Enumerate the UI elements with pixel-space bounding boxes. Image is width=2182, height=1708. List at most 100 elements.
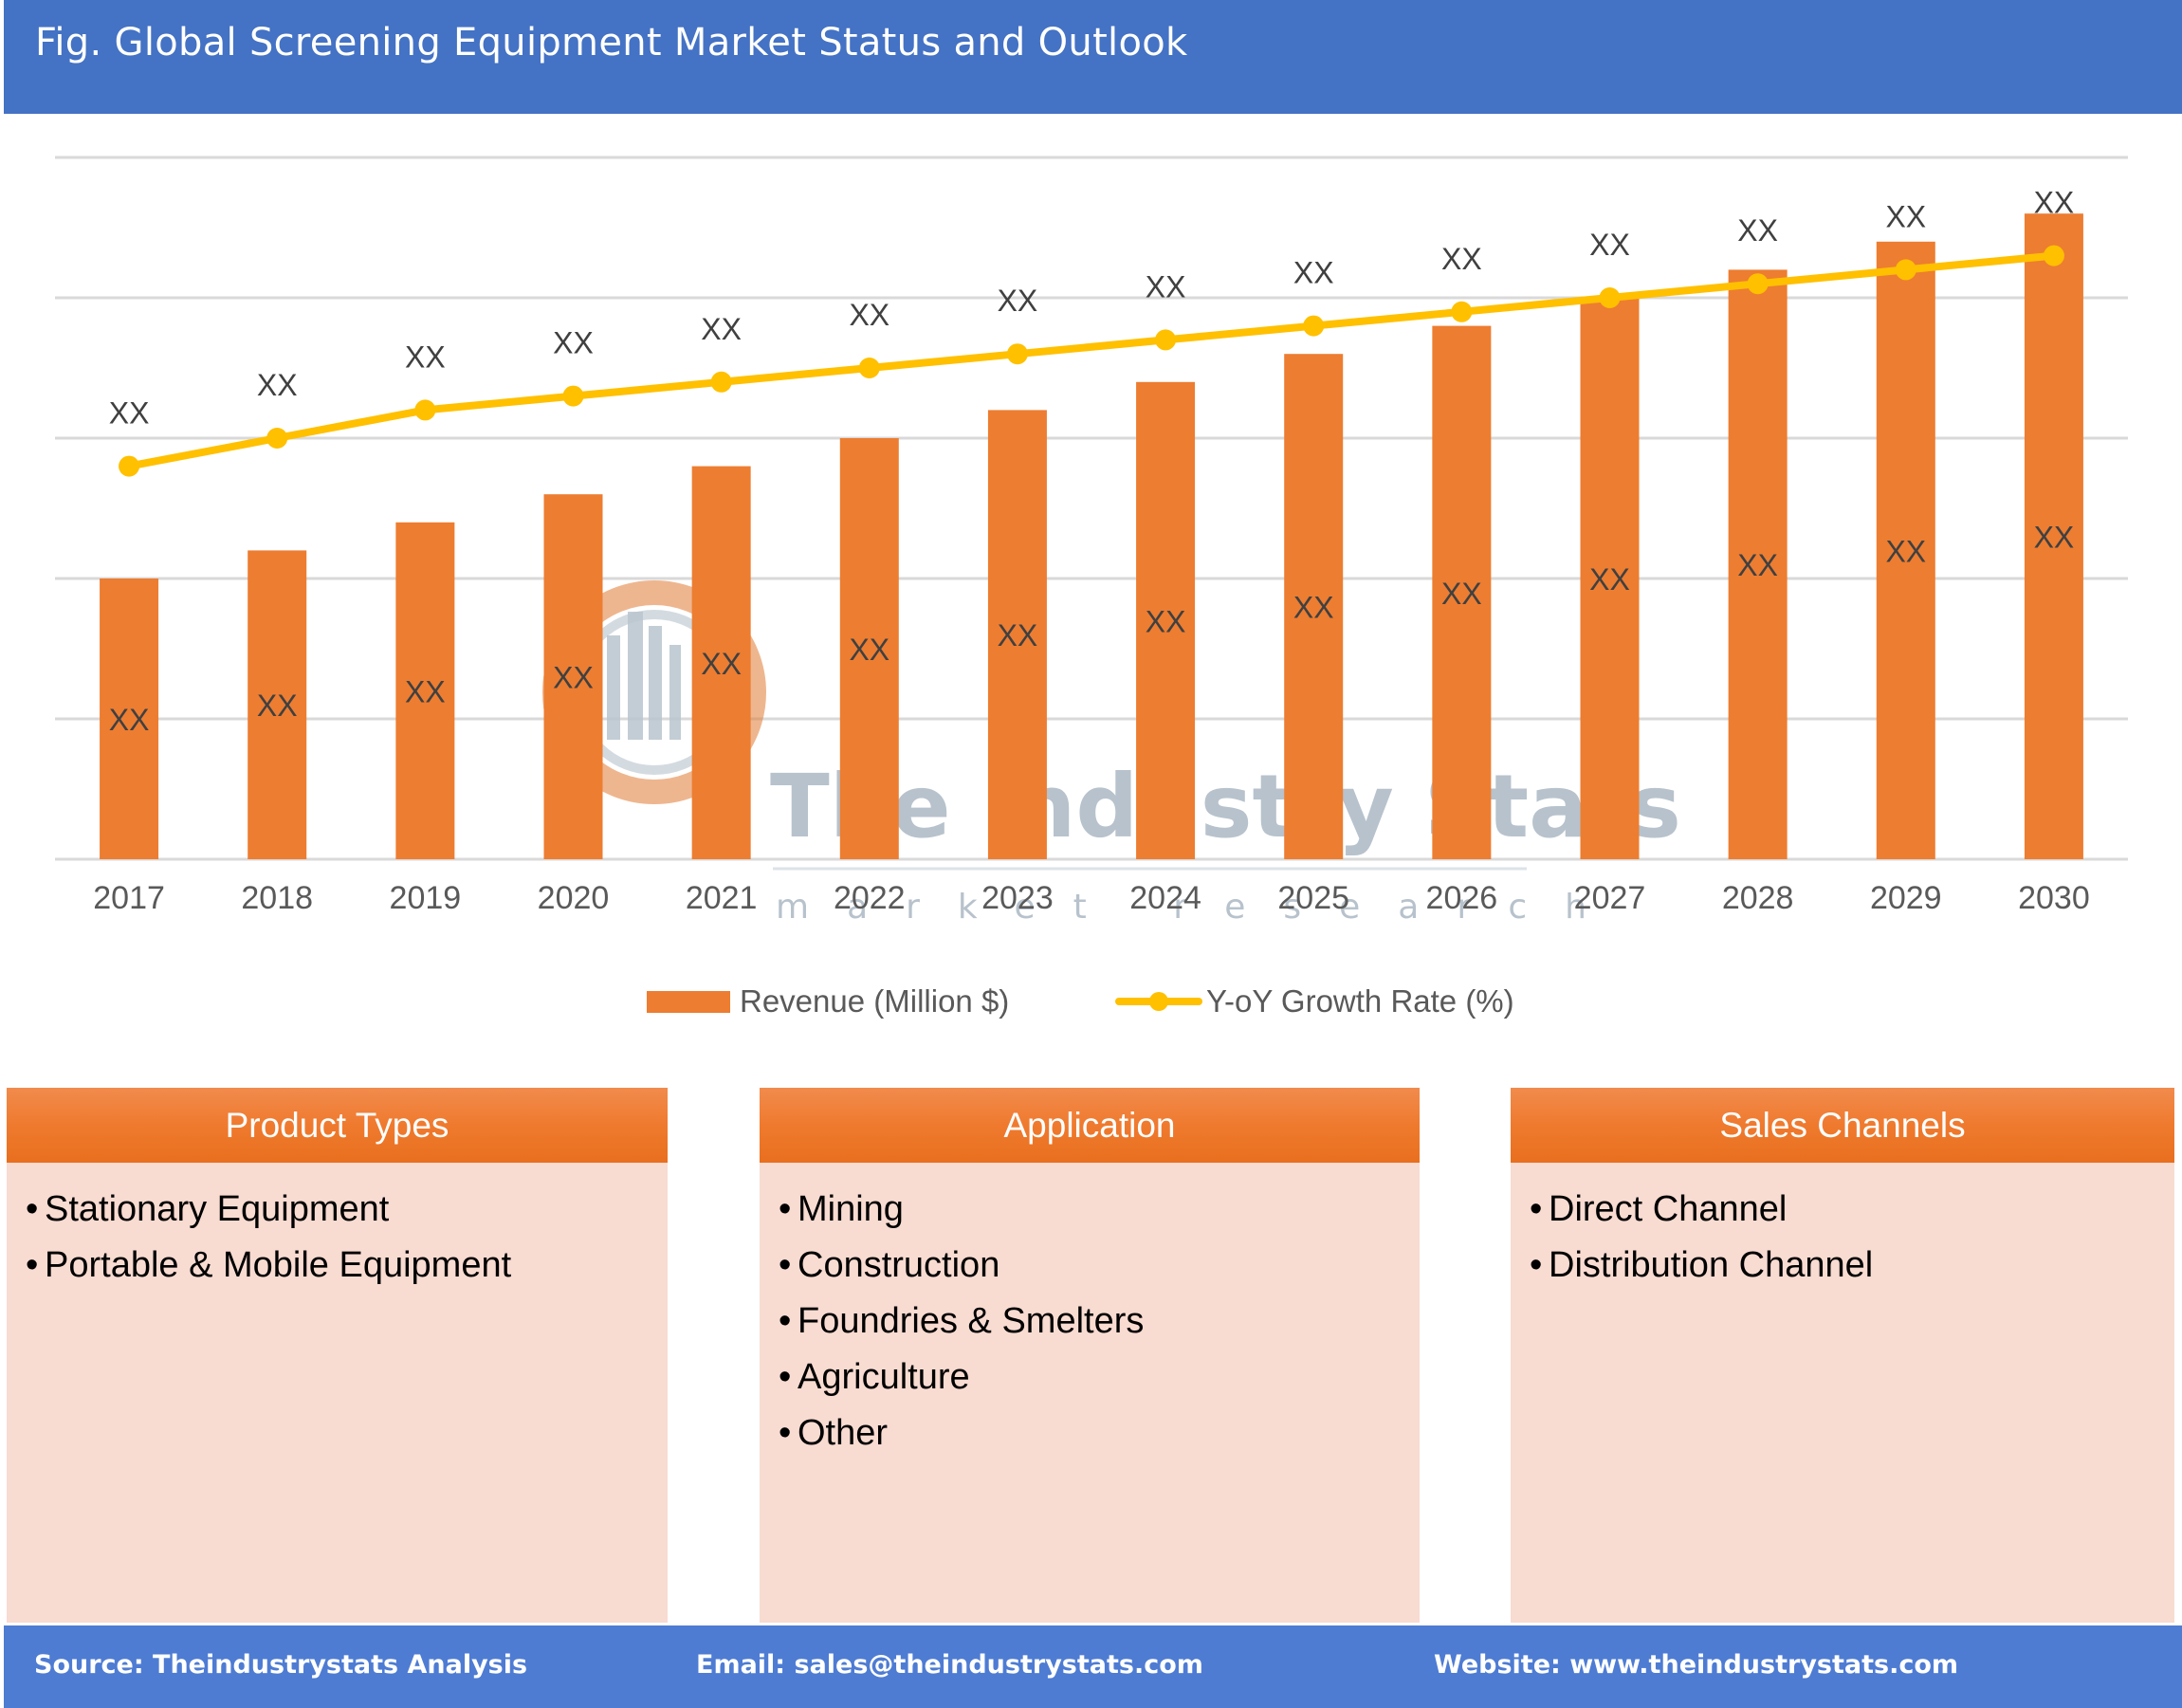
line-point-2017: [119, 455, 140, 477]
x-tick-label: 2017: [93, 880, 165, 916]
list-item: • Agriculture: [779, 1350, 1420, 1405]
footer-bar: Source: Theindustrystats Analysis Email:…: [4, 1625, 2182, 1708]
list-item: • Other: [779, 1405, 1420, 1461]
line-point-2027: [1599, 287, 1621, 308]
list-item-label: Mining: [798, 1189, 904, 1229]
line-point-2026: [1451, 301, 1473, 322]
bullet-icon: •: [779, 1245, 792, 1285]
legend-bar-swatch-icon: [647, 990, 730, 1013]
list-item-label: Construction: [798, 1245, 1000, 1285]
bar-data-label: XX: [2034, 521, 2075, 555]
line-point-2021: [710, 371, 732, 393]
line-point-2030: [2043, 245, 2064, 266]
bar-data-label: XX: [998, 618, 1038, 652]
list-item-label: Foundries & Smelters: [798, 1301, 1145, 1341]
legend-line-marker-icon: [1115, 983, 1202, 1020]
panel-header: Product Types: [7, 1088, 668, 1163]
list-item: • Mining: [779, 1182, 1420, 1238]
bullet-icon: •: [26, 1189, 39, 1229]
line-point-2024: [1155, 329, 1177, 351]
list-item: • Construction: [779, 1238, 1420, 1294]
footer-email[interactable]: Email: sales@theindustrystats.com: [696, 1650, 1203, 1680]
line-data-label: XX: [1737, 213, 1778, 248]
line-data-label: XX: [1441, 242, 1482, 276]
bullet-icon: •: [1530, 1189, 1543, 1229]
panel-product-types: Product Types • Stationary Equipment • Por…: [7, 1088, 668, 1623]
panel-sales-channels: Sales Channels • Direct Channel • Distribu…: [1511, 1088, 2174, 1623]
panel-header: Sales Channels: [1511, 1088, 2174, 1163]
line-data-label: XX: [849, 298, 889, 332]
bar-data-label: XX: [405, 674, 446, 708]
line-data-label: XX: [1146, 269, 1186, 303]
line-point-2020: [562, 385, 584, 407]
x-tick-label: 2029: [1870, 880, 1942, 916]
line-point-2029: [1895, 259, 1916, 281]
x-tick-label: 2024: [1129, 880, 1201, 916]
panel-list: • Direct Channel • Distribution Channel: [1511, 1163, 2174, 1294]
panel-header: Application: [760, 1088, 1420, 1163]
gridlines: [55, 156, 2128, 861]
bar-data-label: XX: [1293, 591, 1334, 625]
panel-list: • Mining • Construction • Foundries & Smelt…: [760, 1163, 1420, 1461]
list-item-label: Distribution Channel: [1549, 1245, 1874, 1285]
bar-data-label: XX: [1589, 562, 1630, 597]
chart-svg: The Industry Stats market research XX XX X…: [55, 156, 2128, 927]
bullet-icon: •: [1530, 1245, 1543, 1285]
x-tick-label: 2023: [981, 880, 1054, 916]
list-item-label: Agriculture: [798, 1357, 970, 1397]
title-bar: Fig. Global Screening Equipment Market S…: [4, 0, 2182, 114]
legend-label: Revenue (Million $): [740, 983, 1010, 1019]
bar-data-label: XX: [701, 647, 742, 681]
list-item-label: Portable & Mobile Equipment: [45, 1245, 512, 1285]
list-item-label: Direct Channel: [1549, 1189, 1788, 1229]
list-item-label: Stationary Equipment: [45, 1189, 390, 1229]
panel-application: Application • Mining • Construction • Found…: [760, 1088, 1420, 1623]
list-item: • Direct Channel: [1530, 1182, 2174, 1238]
line-point-2018: [266, 428, 288, 449]
list-item: • Portable & Mobile Equipment: [26, 1238, 668, 1294]
line-data-label: XX: [2034, 186, 2075, 220]
bar-data-label: XX: [257, 689, 298, 723]
footer-source: Source: Theindustrystats Analysis: [34, 1650, 528, 1680]
x-tick-label: 2025: [1277, 880, 1349, 916]
bar-data-label: XX: [849, 633, 889, 667]
x-tick-label: 2021: [686, 880, 758, 916]
bar-data-label: XX: [1146, 604, 1186, 638]
bullet-icon: •: [779, 1413, 792, 1453]
bar-data-label: XX: [1737, 548, 1778, 582]
x-tick-label: 2028: [1722, 880, 1794, 916]
x-tick-label: 2030: [2018, 880, 2090, 916]
line-data-label: XX: [553, 326, 594, 360]
bullet-icon: •: [26, 1245, 39, 1285]
line-data-label: XX: [701, 312, 742, 346]
line-point-2028: [1747, 273, 1769, 295]
bullet-icon: •: [779, 1357, 792, 1397]
bullet-icon: •: [779, 1189, 792, 1229]
bar-data-label: XX: [1441, 577, 1482, 611]
line-data-label: XX: [1293, 256, 1334, 290]
line-data-label: XX: [405, 340, 446, 374]
line-data-label: XX: [998, 284, 1038, 318]
line-point-2022: [858, 358, 880, 378]
panel-title: Product Types: [225, 1105, 449, 1145]
legend-label: Y-oY Growth Rate (%): [1206, 983, 1514, 1019]
line-data-label: XX: [1589, 228, 1630, 262]
line-point-2023: [1006, 343, 1028, 365]
list-item: • Foundries & Smelters: [779, 1294, 1420, 1350]
x-tick-label: 2020: [538, 880, 610, 916]
chart-legend: Revenue (Million $) Y-oY Growth Rate (%): [0, 983, 2182, 1020]
legend-item-revenue: Revenue (Million $): [647, 983, 1009, 1020]
x-tick-label: 2027: [1574, 880, 1646, 916]
panel-title: Sales Channels: [1719, 1105, 1966, 1145]
chart-area: The Industry Stats market research XX XX X…: [0, 114, 2182, 1062]
line-data-label: XX: [1885, 199, 1926, 233]
bar-data-label: XX: [109, 703, 150, 737]
list-item: • Distribution Channel: [1530, 1238, 2174, 1294]
x-tick-label: 2022: [834, 880, 906, 916]
panel-title: Application: [1003, 1105, 1176, 1145]
line-data-label: XX: [257, 368, 298, 402]
line-data-label: XX: [109, 396, 150, 431]
bar-data-label: XX: [553, 661, 594, 695]
x-tick-label: 2019: [390, 880, 462, 916]
footer-website[interactable]: Website: www.theindustrystats.com: [1434, 1650, 1958, 1680]
